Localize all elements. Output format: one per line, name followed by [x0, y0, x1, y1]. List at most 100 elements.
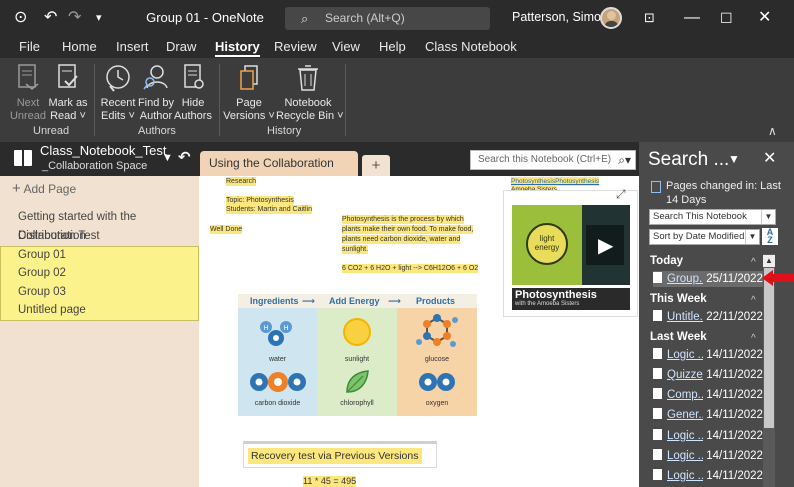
search-scope-select[interactable]: Search This Notebook ▼: [649, 209, 776, 225]
section-group-name[interactable]: _Collaboration Space: [42, 160, 147, 172]
video-thumbnail[interactable]: light energy ▶: [512, 205, 630, 285]
search-icon[interactable]: ⌕▾: [618, 151, 631, 169]
chevron-down-icon[interactable]: ▼: [162, 152, 173, 164]
chevron-down-icon[interactable]: ▼: [728, 152, 740, 166]
play-button[interactable]: ▶: [586, 225, 624, 265]
search-result-item[interactable]: Logic ... 14/11/2022: [653, 347, 763, 363]
collapse-ribbon-icon[interactable]: ∧: [768, 124, 777, 138]
result-name: Logic ...: [667, 450, 703, 462]
page-versions-label: Page Versions ˅: [223, 97, 275, 122]
add-page-button[interactable]: + Add Page: [12, 180, 76, 197]
navigate-back-icon[interactable]: ↶: [178, 148, 191, 166]
recent-edits-label: Recent Edits ˅: [100, 97, 136, 122]
maximize-icon[interactable]: ☐: [720, 8, 733, 28]
tab-home[interactable]: Home: [62, 39, 97, 54]
scrollbar-thumb[interactable]: [764, 268, 774, 428]
collapse-caret-icon[interactable]: ^: [751, 257, 756, 268]
tab-view[interactable]: View: [332, 39, 360, 54]
tab-history[interactable]: History: [215, 39, 260, 57]
section-tab[interactable]: Using the Collaboration Space: [200, 151, 358, 195]
search-result-item[interactable]: Logic ... 14/11/2022: [653, 428, 763, 444]
expand-icon[interactable]: ⤢: [616, 187, 626, 202]
notebook-icon[interactable]: [14, 150, 32, 166]
note-paragraph-line[interactable]: plants make their own food. To make food…: [342, 225, 474, 234]
note-paragraph-line[interactable]: plants need carbon dioxide, water and: [342, 235, 461, 244]
notebook-recycle-bin-button[interactable]: Notebook Recycle Bin ˅: [276, 62, 344, 123]
recent-edits-button[interactable]: Recent Edits ˅: [98, 62, 138, 123]
page-icon: [653, 408, 662, 419]
notebook-name[interactable]: Class_Notebook_Test: [40, 143, 166, 158]
result-name: Logic ...: [667, 349, 703, 361]
oxygen-label: oxygen: [425, 400, 449, 407]
page-versions-button[interactable]: Page Versions ˅: [222, 62, 276, 123]
note-equation[interactable]: 6 CO2 + 6 H2O + light --> C6H12O6 + 6 O2: [342, 264, 479, 273]
result-date: 22/11/2022: [706, 311, 763, 323]
note-students[interactable]: Students: Martin and Caitlin: [226, 205, 312, 214]
mark-as-read-button[interactable]: Mark as Read ˅: [48, 62, 88, 123]
page-item[interactable]: Distribution Test: [0, 227, 199, 246]
avatar[interactable]: [600, 7, 622, 29]
note-well-done[interactable]: Well Done: [210, 225, 243, 234]
note-paragraph-line[interactable]: sunlight.: [342, 245, 369, 254]
close-icon[interactable]: ✕: [758, 8, 771, 28]
redo-icon[interactable]: ↷: [68, 8, 81, 28]
note-paragraph-line[interactable]: Photosynthesis is the process by which: [342, 215, 464, 224]
scroll-up-icon[interactable]: ▲: [763, 255, 775, 267]
menu-tabs: File Home Insert Draw History Review Vie…: [0, 36, 794, 58]
tab-draw[interactable]: Draw: [166, 39, 196, 54]
tab-help[interactable]: Help: [379, 39, 406, 54]
hide-authors-button[interactable]: Hide Authors: [172, 62, 214, 123]
search-result-item[interactable]: Gener... 14/11/2022: [653, 407, 763, 423]
close-icon[interactable]: ✕: [763, 148, 776, 168]
tab-insert[interactable]: Insert: [116, 39, 149, 54]
notebook-search-input[interactable]: Search this Notebook (Ctrl+E) ⌕▾: [470, 150, 636, 170]
result-date: 14/11/2022: [706, 430, 763, 442]
group-authors-label: Authors: [138, 125, 176, 137]
customize-icon[interactable]: ▾: [96, 8, 102, 28]
recovery-note[interactable]: Recovery test via Previous Versions: [248, 448, 422, 464]
hide-authors-icon: [184, 64, 204, 89]
ribbon-display-icon[interactable]: ⊡: [644, 8, 655, 28]
note-research[interactable]: Research: [226, 177, 256, 186]
sort-select[interactable]: Sort by Date Modified ▼: [649, 229, 760, 245]
result-date: 14/11/2022: [706, 389, 763, 401]
search-result-item[interactable]: Comp... 14/11/2022: [653, 387, 763, 403]
result-date: 25/11/2022: [706, 273, 763, 285]
search-result-item[interactable]: Quizzes 14/11/2022: [653, 367, 763, 383]
diagram-ingredients-panel: H H water carbon dioxide: [238, 308, 317, 416]
glucose-label: glucose: [424, 356, 450, 363]
user-name[interactable]: Patterson, Simon: [512, 10, 608, 24]
search-result-item[interactable]: Untitle... 22/11/2022: [653, 309, 763, 325]
note-topic[interactable]: Topic: Photosynthesis: [226, 196, 294, 205]
sort-direction-icon[interactable]: A Z: [762, 228, 778, 245]
red-arrow-icon: [762, 270, 794, 286]
back-icon[interactable]: ⊙: [14, 8, 27, 28]
tab-file[interactable]: File: [19, 39, 40, 54]
collapse-caret-icon[interactable]: ^: [751, 295, 756, 306]
search-result-item[interactable]: Logic ... 14/11/2022: [653, 468, 763, 484]
diagram-ingredients-label: Ingredients: [250, 296, 299, 306]
next-unread-label: Next Unread: [9, 97, 47, 122]
find-author-icon: [143, 65, 168, 90]
next-unread-button[interactable]: Next Unread: [8, 62, 48, 123]
water-label: water: [268, 356, 287, 363]
page-icon: [653, 272, 662, 283]
minimize-icon[interactable]: —: [684, 8, 700, 28]
embedded-video[interactable]: light energy ▶ Photosynthesis with the A…: [503, 190, 638, 317]
tab-class-notebook[interactable]: Class Notebook: [425, 39, 517, 54]
undo-icon[interactable]: ↶: [44, 8, 57, 28]
search-result-item[interactable]: Group... 25/11/2022: [653, 271, 763, 287]
math-note[interactable]: 11 * 45 = 495: [303, 476, 357, 487]
mark-as-read-icon: [58, 64, 78, 88]
search-result-item[interactable]: Logic ... 14/11/2022: [653, 448, 763, 464]
page-item[interactable]: Getting started with the Collaboration: [0, 208, 199, 242]
search-box[interactable]: ⌕ Search (Alt+Q): [285, 7, 490, 30]
collapse-caret-icon[interactable]: ^: [751, 333, 756, 344]
arrow-right-icon: ⟶: [388, 296, 401, 306]
photosynthesis-diagram[interactable]: Ingredients ⟶ Add Energy ⟶ Products H H …: [238, 294, 477, 416]
tab-review[interactable]: Review: [274, 39, 317, 54]
pages-changed-info[interactable]: Pages changed in: Last 14 Days: [666, 179, 784, 207]
find-by-author-label: Find by Author: [137, 97, 175, 122]
add-section-button[interactable]: +: [362, 155, 390, 176]
result-name: Quizzes: [667, 369, 703, 381]
